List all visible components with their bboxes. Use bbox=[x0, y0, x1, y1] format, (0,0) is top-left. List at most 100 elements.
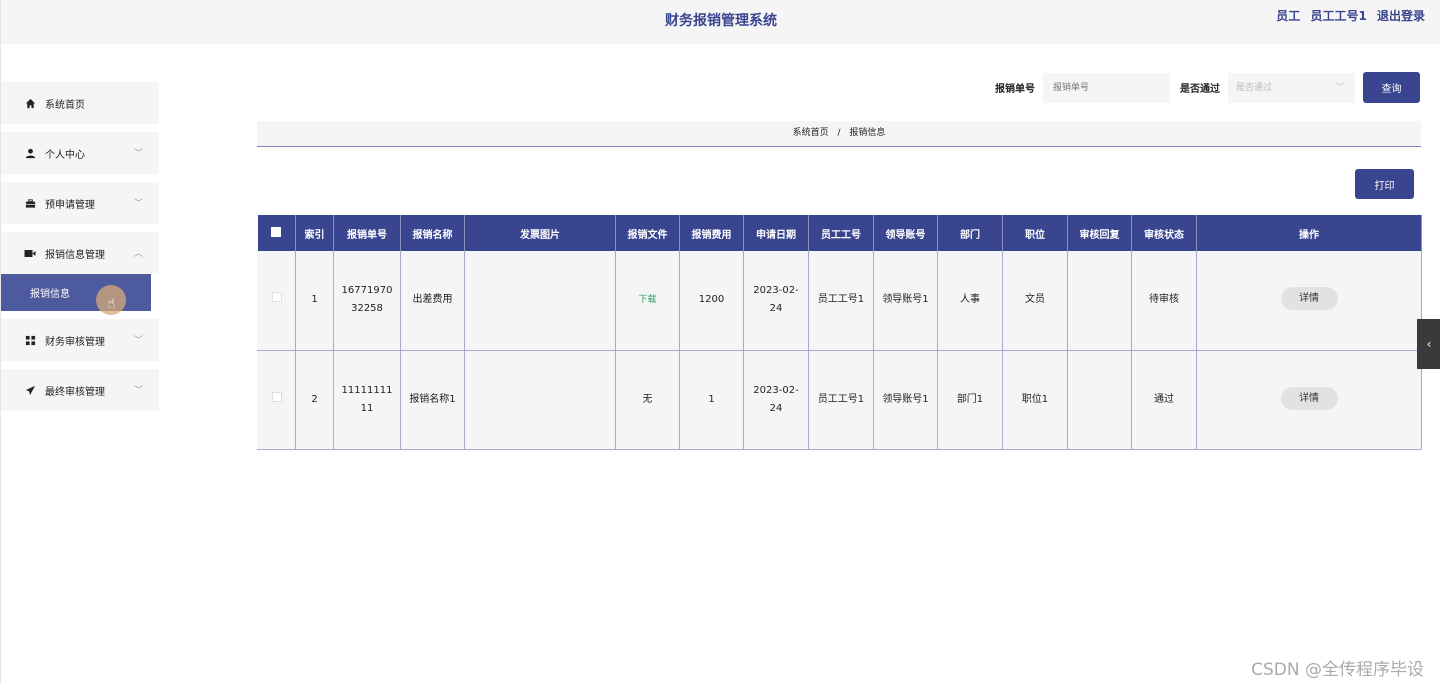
cell-amount: 1200 bbox=[679, 251, 744, 351]
number-label: 报销单号 bbox=[995, 84, 1035, 95]
chevron-left-icon: ‹ bbox=[1426, 337, 1432, 351]
sidebar-item-label: 预申请管理 bbox=[45, 199, 95, 211]
cell-position: 职位1 bbox=[1002, 350, 1068, 450]
cell-review-status: 待审核 bbox=[1131, 251, 1197, 351]
cell-name: 出差费用 bbox=[400, 251, 465, 351]
col-header-date: 申请日期 bbox=[743, 215, 809, 251]
select-all-checkbox[interactable] bbox=[257, 215, 296, 251]
sidebar-item-final-review[interactable]: 最终审核管理 ﹀ bbox=[1, 369, 159, 411]
detail-button[interactable]: 详情 bbox=[1280, 386, 1338, 410]
chevron-down-icon: ﹀ bbox=[133, 386, 143, 396]
top-bar: 财务报销管理系统 员工 员工工号1 退出登录 bbox=[1, 0, 1440, 44]
col-header-employee-id: 员工工号 bbox=[808, 215, 874, 251]
cell-department: 部门1 bbox=[937, 350, 1003, 450]
table-row: 1 16771970 32258 出差费用 下载 1200 2023-02- 24 … bbox=[257, 251, 1422, 351]
passed-label: 是否通过 bbox=[1180, 84, 1220, 95]
cell-number: 16771970 32258 bbox=[333, 251, 401, 351]
row-checkbox[interactable] bbox=[257, 251, 296, 351]
sidebar-item-reimbursement-management[interactable]: 报销信息管理 ︿ bbox=[1, 232, 159, 274]
cell-index: 1 bbox=[295, 251, 334, 351]
cell-file: 无 bbox=[615, 350, 680, 450]
cell-leader-account: 领导账号1 bbox=[873, 350, 938, 450]
download-link[interactable]: 下载 bbox=[638, 295, 656, 305]
logout-link[interactable]: 退出登录 bbox=[1377, 9, 1425, 23]
detail-button[interactable]: 详情 bbox=[1280, 287, 1338, 310]
cell-review-reply bbox=[1067, 251, 1132, 351]
user-area: 员工 员工工号1 退出登录 bbox=[1270, 7, 1425, 24]
app-title: 财务报销管理系统 bbox=[665, 13, 777, 29]
sidebar-item-pre-application[interactable]: 预申请管理 ﹀ bbox=[1, 182, 159, 224]
cell-file: 下载 bbox=[615, 251, 680, 351]
sidebar-item-label: 最终审核管理 bbox=[45, 386, 105, 398]
col-header-amount: 报销费用 bbox=[679, 215, 744, 251]
breadcrumb-home[interactable]: 系统首页 bbox=[793, 128, 829, 138]
page: 财务报销管理系统 员工 员工工号1 退出登录 系统首页 个人中心 ﹀ 预申请管理 bbox=[0, 0, 1440, 684]
sidebar: 系统首页 个人中心 ﹀ 预申请管理 ﹀ 报销信息管理 ︿ 报销信息 ☝ 财务审核… bbox=[1, 82, 159, 419]
number-search-input[interactable] bbox=[1043, 72, 1170, 103]
chevron-down-icon: ﹀ bbox=[133, 149, 143, 159]
watermark: CSDN @全传程序毕设 bbox=[1251, 660, 1424, 680]
sidebar-item-finance-review[interactable]: 财务审核管理 ﹀ bbox=[1, 319, 159, 361]
reimbursement-table: 索引 报销单号 报销名称 发票图片 报销文件 报销费用 申请日期 员工工号 领导… bbox=[257, 215, 1422, 450]
user-icon bbox=[23, 146, 37, 160]
cell-amount: 1 bbox=[679, 350, 744, 450]
cell-review-reply bbox=[1067, 350, 1132, 450]
cell-number: 11111111 11 bbox=[333, 350, 401, 450]
cell-employee-id: 员工工号1 bbox=[808, 350, 874, 450]
col-header-name: 报销名称 bbox=[400, 215, 465, 251]
col-header-position: 职位 bbox=[1002, 215, 1068, 251]
cell-department: 人事 bbox=[937, 251, 1003, 351]
sidebar-subitem-reimbursement-info[interactable]: 报销信息 ☝ bbox=[1, 274, 151, 315]
col-header-department: 部门 bbox=[937, 215, 1003, 251]
cell-invoice-image bbox=[464, 350, 616, 450]
cell-date: 2023-02- 24 bbox=[743, 350, 809, 450]
hand-cursor-icon: ☝ bbox=[107, 296, 116, 312]
table-header-row: 索引 报销单号 报销名称 发票图片 报销文件 报销费用 申请日期 员工工号 领导… bbox=[257, 215, 1422, 251]
passed-select-placeholder: 是否通过 bbox=[1236, 82, 1273, 93]
cell-employee-id: 员工工号1 bbox=[808, 251, 874, 351]
col-header-leader-account: 领导账号 bbox=[873, 215, 938, 251]
search-bar: 报销单号 是否通过 是否通过 ﹀ 查询 bbox=[995, 72, 1420, 103]
sidebar-item-personal-center[interactable]: 个人中心 ﹀ bbox=[1, 132, 159, 174]
sidebar-item-label: 系统首页 bbox=[45, 99, 85, 111]
grid-icon bbox=[23, 333, 37, 347]
cell-position: 文员 bbox=[1002, 251, 1068, 351]
home-icon bbox=[23, 96, 37, 110]
sidebar-item-label: 报销信息管理 bbox=[45, 249, 105, 261]
print-button[interactable]: 打印 bbox=[1355, 169, 1414, 199]
breadcrumb-separator: / bbox=[837, 128, 841, 138]
sidebar-item-label: 个人中心 bbox=[45, 149, 85, 161]
table-row: 2 11111111 11 报销名称1 无 1 2023-02- 24 员工工号1 … bbox=[257, 350, 1422, 450]
col-header-actions: 操作 bbox=[1196, 215, 1422, 251]
user-name: 员工工号1 bbox=[1310, 9, 1367, 23]
sidebar-item-label: 财务审核管理 bbox=[45, 336, 105, 348]
sidebar-subitem-label: 报销信息 bbox=[30, 289, 70, 300]
side-panel-toggle[interactable]: ‹ bbox=[1417, 319, 1440, 369]
chevron-down-icon: ﹀ bbox=[133, 336, 143, 346]
col-header-invoice-image: 发票图片 bbox=[464, 215, 616, 251]
chevron-up-icon: ︿ bbox=[133, 249, 143, 259]
cell-review-status: 通过 bbox=[1131, 350, 1197, 450]
chevron-down-icon: ﹀ bbox=[1335, 82, 1345, 93]
cell-invoice-image bbox=[464, 251, 616, 351]
col-header-review-status: 审核状态 bbox=[1131, 215, 1197, 251]
passed-select[interactable]: 是否通过 ﹀ bbox=[1228, 72, 1355, 103]
film-icon bbox=[23, 246, 37, 260]
col-header-number: 报销单号 bbox=[333, 215, 401, 251]
col-header-review-reply: 审核回复 bbox=[1067, 215, 1132, 251]
sidebar-item-home[interactable]: 系统首页 bbox=[1, 82, 159, 124]
cell-actions: 详情 bbox=[1196, 251, 1422, 351]
cell-name: 报销名称1 bbox=[400, 350, 465, 450]
send-icon bbox=[23, 383, 37, 397]
breadcrumb: 系统首页 / 报销信息 bbox=[257, 121, 1421, 147]
breadcrumb-current: 报销信息 bbox=[849, 128, 886, 138]
cell-date: 2023-02- 24 bbox=[743, 251, 809, 351]
row-checkbox[interactable] bbox=[257, 350, 296, 450]
briefcase-icon bbox=[23, 196, 37, 210]
query-button[interactable]: 查询 bbox=[1363, 72, 1420, 103]
chevron-down-icon: ﹀ bbox=[133, 199, 143, 209]
col-header-index: 索引 bbox=[295, 215, 334, 251]
cell-index: 2 bbox=[295, 350, 334, 450]
cell-leader-account: 领导账号1 bbox=[873, 251, 938, 351]
cell-actions: 详情 bbox=[1196, 350, 1422, 450]
